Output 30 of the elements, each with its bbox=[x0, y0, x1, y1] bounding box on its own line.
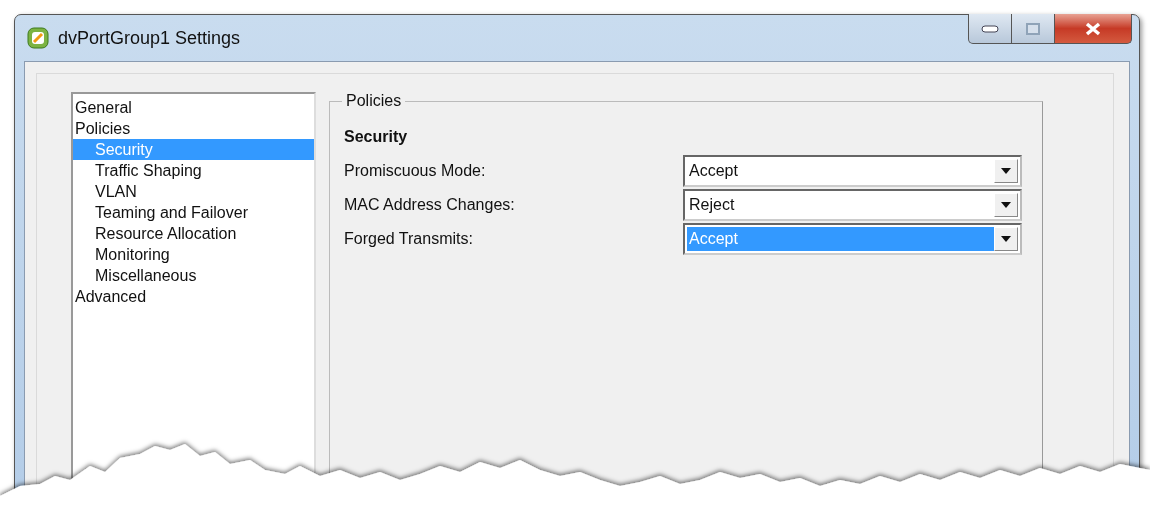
caret-icon bbox=[1001, 201, 1011, 208]
close-icon bbox=[1085, 21, 1101, 36]
tree-item[interactable]: Traffic Shaping bbox=[73, 160, 314, 181]
setting-label: MAC Address Changes: bbox=[344, 195, 515, 214]
dropdown[interactable]: Accept bbox=[683, 154, 1022, 187]
tree-item[interactable]: Advanced bbox=[73, 286, 314, 307]
tree-item[interactable]: Policies bbox=[73, 118, 314, 139]
caret-icon bbox=[1001, 167, 1011, 174]
group-legend: Policies bbox=[342, 92, 406, 110]
minimize-icon bbox=[981, 24, 999, 33]
setting-label: Forged Transmits: bbox=[344, 229, 473, 248]
section-heading: Security bbox=[344, 128, 409, 146]
dropdown-value: Accept bbox=[687, 226, 994, 251]
setting-label: Promiscuous Mode: bbox=[344, 161, 486, 180]
app-icon bbox=[26, 26, 50, 50]
tree-item[interactable]: Teaming and Failover bbox=[73, 202, 314, 223]
maximize-button[interactable] bbox=[1012, 14, 1055, 44]
tree-item[interactable]: General bbox=[73, 97, 314, 118]
maximize-icon bbox=[1026, 22, 1040, 35]
window-title: dvPortGroup1 Settings bbox=[58, 27, 241, 49]
tree-item[interactable]: Resource Allocation bbox=[73, 223, 314, 244]
dropdown-value: Reject bbox=[688, 194, 736, 215]
dropdown-value: Accept bbox=[688, 160, 739, 181]
caret-icon bbox=[1001, 235, 1011, 242]
tree-item[interactable]: Miscellaneous bbox=[73, 265, 314, 286]
tree-item[interactable]: VLAN bbox=[73, 181, 314, 202]
close-button[interactable] bbox=[1055, 14, 1132, 44]
dropdown[interactable]: Reject bbox=[683, 188, 1022, 221]
minimize-button[interactable] bbox=[968, 14, 1012, 44]
tree-item[interactable]: Monitoring bbox=[73, 244, 314, 265]
